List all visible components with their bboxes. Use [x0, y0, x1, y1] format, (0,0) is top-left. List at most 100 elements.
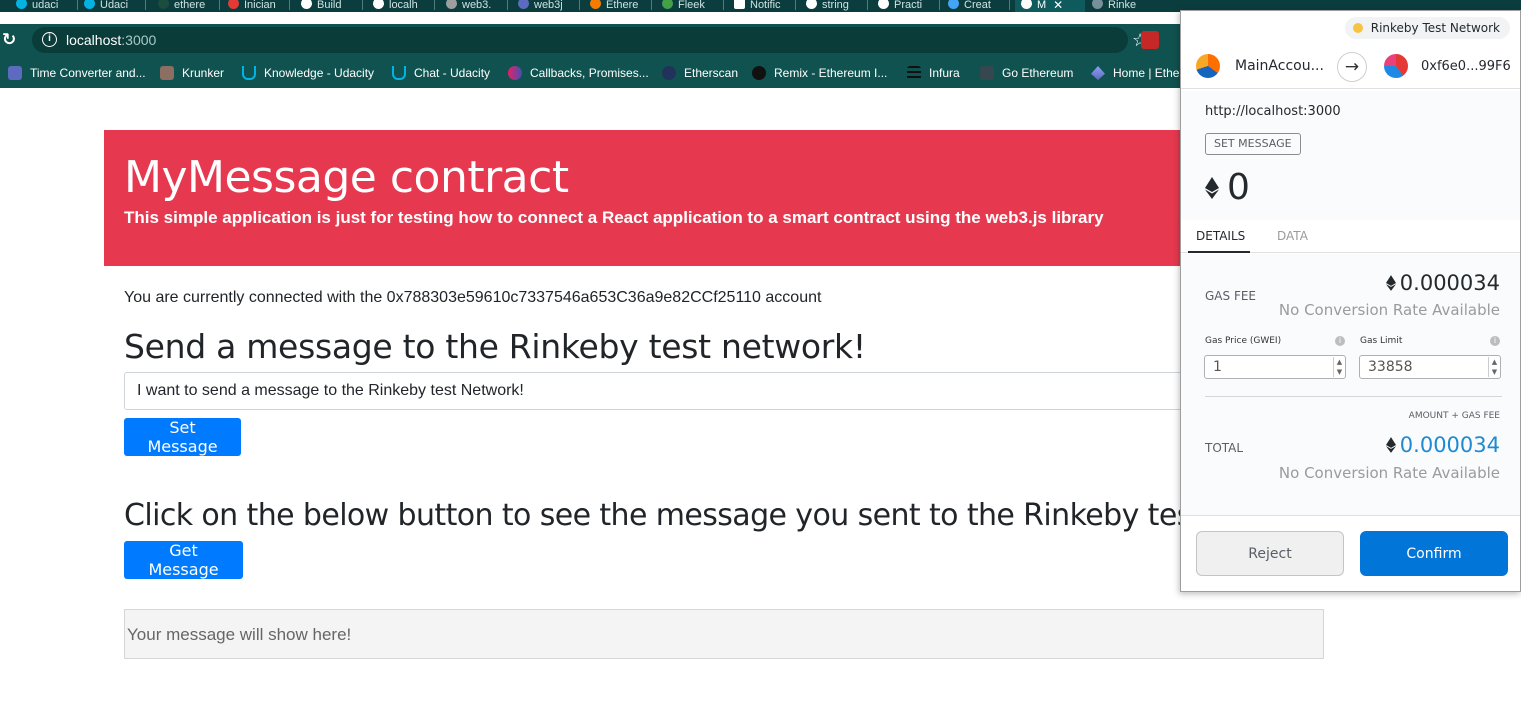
- url-text[interactable]: localhost:3000: [66, 32, 156, 48]
- gas-limit-label: Gas Limit: [1360, 336, 1403, 346]
- total-label: TOTAL: [1205, 441, 1244, 455]
- etherscan-icon: [662, 66, 676, 80]
- browser-tab[interactable]: Ethere: [590, 0, 652, 12]
- to-account-address[interactable]: 0xf6e0...99F6: [1421, 59, 1511, 74]
- ethereum-icon: [1385, 437, 1396, 453]
- bookmark-favicon-icon: [8, 66, 22, 80]
- bookmark-item[interactable]: Callbacks, Promises...: [508, 64, 649, 82]
- browser-tab[interactable]: string: [806, 0, 868, 12]
- gas-fee-label: GAS FEE: [1205, 289, 1257, 303]
- get-message-button[interactable]: Get Message: [124, 541, 243, 579]
- bookmark-favicon-icon: [160, 66, 174, 80]
- reject-button[interactable]: Reject: [1196, 531, 1344, 576]
- total-value: 0.000034: [1385, 433, 1500, 457]
- browser-tab[interactable]: udaci: [16, 0, 78, 12]
- linkedin-icon: [734, 0, 745, 9]
- jumbotron-header: MyMessage contract This simple applicati…: [104, 130, 1254, 266]
- divider: [1205, 396, 1502, 397]
- gas-limit-input[interactable]: [1359, 355, 1501, 379]
- bookmark-favicon-icon: [508, 66, 522, 80]
- page-title: MyMessage contract: [124, 152, 569, 203]
- browser-tab[interactable]: Creat: [948, 0, 1010, 12]
- gas-limit-stepper[interactable]: ▲ ▼: [1488, 357, 1500, 377]
- browser-tab[interactable]: Practi: [878, 0, 940, 12]
- bookmark-item[interactable]: Infura: [907, 64, 960, 82]
- gas-price-label: Gas Price (GWEI): [1205, 336, 1282, 346]
- browser-tab[interactable]: Notific: [734, 0, 796, 12]
- browser-tab[interactable]: web3.: [446, 0, 508, 12]
- info-icon[interactable]: i: [1490, 336, 1500, 346]
- ethereum-icon: [1385, 275, 1396, 291]
- send-heading: Send a message to the Rinkeby test netwo…: [124, 327, 866, 366]
- remix-icon: [752, 66, 766, 80]
- metamask-popup: Rinkeby Test Network MainAccou... → 0xf6…: [1180, 10, 1521, 592]
- udacity-icon: [392, 66, 406, 80]
- bookmark-item[interactable]: Knowledge - Udacity: [242, 64, 374, 82]
- favicon-icon: [590, 0, 601, 9]
- info-icon[interactable]: i: [1335, 336, 1345, 346]
- favicon-icon: [662, 0, 673, 9]
- total-conversion: No Conversion Rate Available: [1278, 464, 1500, 482]
- google-icon: [806, 0, 817, 9]
- metamask-icon: [1021, 0, 1032, 9]
- gas-fee-value: 0.000034: [1385, 271, 1500, 295]
- favicon-icon: [446, 0, 457, 9]
- message-result-box: Your message will show here!: [124, 609, 1324, 659]
- message-input[interactable]: [124, 372, 1204, 410]
- reload-icon[interactable]: ↻: [2, 30, 22, 50]
- browser-tab[interactable]: Fleek: [662, 0, 724, 12]
- tab-details[interactable]: DETAILS: [1196, 229, 1245, 243]
- favicon-icon: [1092, 0, 1103, 9]
- gas-price-stepper[interactable]: ▲ ▼: [1333, 357, 1345, 377]
- connected-account-text: You are currently connected with the 0x7…: [124, 289, 822, 306]
- amount-gas-label: AMOUNT + GAS FEE: [1408, 411, 1500, 421]
- transaction-amount: 0: [1205, 167, 1250, 208]
- gas-price-input[interactable]: [1204, 355, 1346, 379]
- close-tab-icon[interactable]: ✕: [1053, 0, 1063, 11]
- browser-tab[interactable]: Udaci: [84, 0, 146, 12]
- bookmark-item[interactable]: Chat - Udacity: [392, 64, 490, 82]
- bookmark-item[interactable]: Etherscan: [662, 64, 738, 82]
- favicon-icon: [518, 0, 529, 9]
- favicon-icon: [158, 0, 169, 9]
- browser-tab[interactable]: Inician: [228, 0, 290, 12]
- medium-icon: [878, 0, 889, 9]
- origin-url: http://localhost:3000: [1205, 104, 1341, 119]
- gas-fee-conversion: No Conversion Rate Available: [1278, 301, 1500, 319]
- active-tab-indicator: [1188, 251, 1250, 253]
- site-info-icon[interactable]: i: [42, 32, 57, 47]
- ethereum-icon: [1091, 66, 1105, 80]
- browser-tab[interactable]: web3j: [518, 0, 580, 12]
- udacity-icon: [16, 0, 27, 9]
- from-account-avatar: [1196, 54, 1220, 78]
- bookmark-item[interactable]: Krunker: [160, 64, 224, 82]
- favicon-icon: [228, 0, 239, 9]
- browser-tab[interactable]: ethere: [158, 0, 220, 12]
- udacity-icon: [84, 0, 95, 9]
- browser-tab[interactable]: Rinke: [1092, 0, 1154, 12]
- to-account-avatar: [1384, 54, 1408, 78]
- browser-tab-active[interactable]: M ✕: [1015, 0, 1085, 12]
- browser-tab[interactable]: Build: [301, 0, 363, 12]
- medium-icon: [301, 0, 312, 9]
- details-tabs: DETAILS DATA: [1181, 221, 1520, 253]
- bookmark-item[interactable]: Go Ethereum: [980, 64, 1073, 82]
- bookmark-item[interactable]: Home | Ether: [1091, 64, 1183, 82]
- bookmark-item[interactable]: Time Converter and...: [8, 64, 146, 82]
- ethereum-icon: [1205, 176, 1219, 199]
- network-selector[interactable]: Rinkeby Test Network: [1344, 17, 1510, 39]
- udacity-icon: [242, 66, 256, 80]
- network-status-dot: [1352, 23, 1363, 33]
- arrow-right-icon: →: [1337, 52, 1367, 82]
- from-account-name: MainAccou...: [1235, 58, 1324, 74]
- tab-data[interactable]: DATA: [1277, 229, 1308, 243]
- get-heading: Click on the below button to see the mes…: [124, 498, 1251, 533]
- omnibox[interactable]: i localhost:3000 ☆: [32, 27, 1148, 53]
- set-message-button[interactable]: Set Message: [124, 418, 241, 456]
- confirm-button[interactable]: Confirm: [1360, 531, 1508, 576]
- method-badge: SET MESSAGE: [1205, 133, 1301, 155]
- infura-icon: [907, 66, 921, 80]
- bookmark-item[interactable]: Remix - Ethereum I...: [752, 64, 887, 82]
- extension-icon[interactable]: [1141, 31, 1159, 49]
- browser-tab[interactable]: localh: [373, 0, 435, 12]
